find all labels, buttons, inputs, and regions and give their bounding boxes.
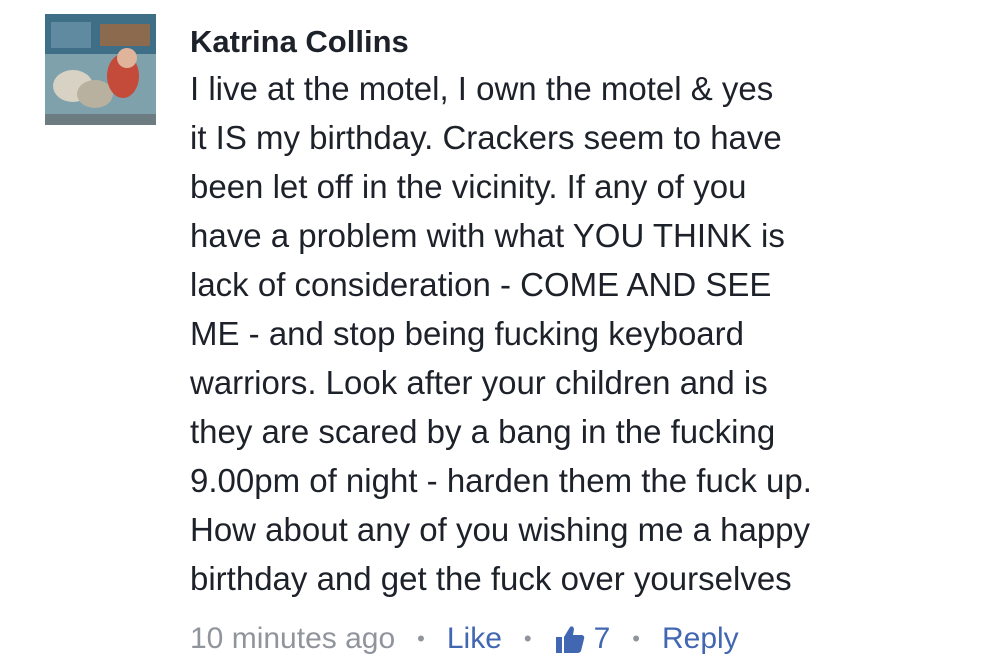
comment-text-line: have a problem with what YOU THINK is <box>190 217 785 254</box>
comment-body: I live at the motel, I own the motel & y… <box>190 64 980 603</box>
comment-text-line: ME - and stop being fucking keyboard <box>190 315 744 352</box>
author-name[interactable]: Katrina Collins <box>190 20 980 64</box>
comment-text-line: I live at the motel, I own the motel & y… <box>190 70 774 107</box>
timestamp[interactable]: 10 minutes ago <box>190 622 395 656</box>
comment-text-line: How about any of you wishing me a happy <box>190 511 811 548</box>
separator-dot: • <box>632 626 640 651</box>
like-count-button[interactable]: 7 <box>554 622 611 656</box>
separator-dot: • <box>417 626 425 651</box>
comment-text-line: birthday and get the fuck over yourselve… <box>190 560 792 597</box>
comment-text-line: they are scared by a bang in the fucking <box>190 413 776 450</box>
separator-dot: • <box>523 626 532 651</box>
comment-text-line: been let off in the vicinity. If any of … <box>190 168 747 205</box>
like-button[interactable]: Like <box>447 622 502 656</box>
comment-actions: 10 minutes ago • Like • 7 • Reply <box>190 616 739 662</box>
avatar[interactable] <box>45 14 156 125</box>
profile-photo-icon <box>45 14 156 125</box>
comment-content: Katrina Collins I live at the motel, I o… <box>190 20 980 603</box>
comment-text-line: lack of consideration - COME AND SEE <box>190 266 772 303</box>
like-count: 7 <box>593 622 611 655</box>
comment-text-line: warriors. Look after your children and i… <box>190 364 768 401</box>
comment-text-line: 9.00pm of night - harden them the fuck u… <box>190 462 812 499</box>
comment-text-line: it IS my birthday. Crackers seem to have <box>190 119 782 156</box>
thumbs-up-icon <box>555 626 584 653</box>
comment: Katrina Collins I live at the motel, I o… <box>0 0 1000 665</box>
reply-button[interactable]: Reply <box>662 622 739 656</box>
